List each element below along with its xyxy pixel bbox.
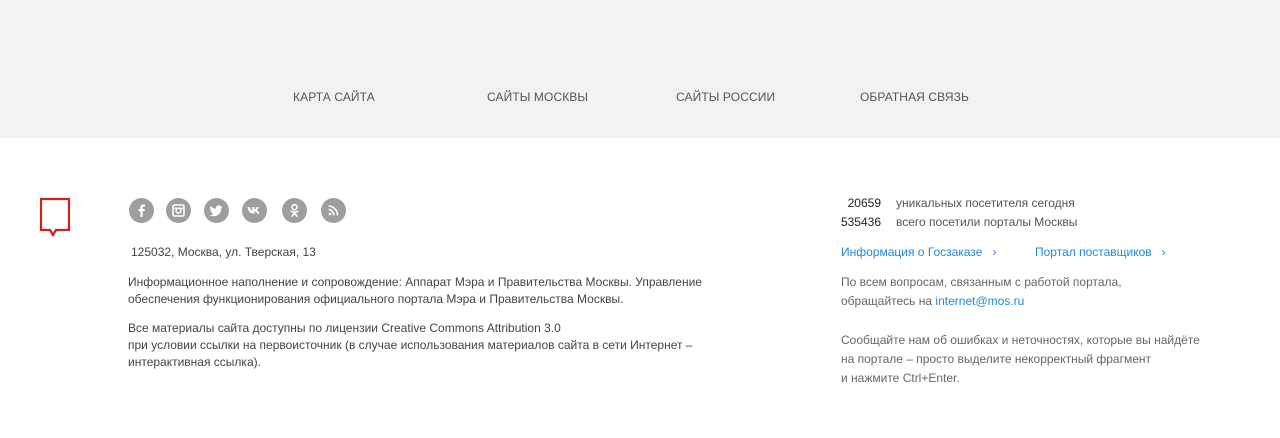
odnoklassniki-icon[interactable] [282,198,307,223]
footer-nav-band: КАРТА САЙТА САЙТЫ МОСКВЫ САЙТЫ РОССИИ ОБ… [0,0,1280,138]
stat-total-label: всего посетили порталы Москвы [896,215,1078,229]
suppliers-link-label: Портал поставщиков [1035,245,1152,259]
report-paragraph: Сообщайте нам об ошибках и неточностях, … [841,331,1221,388]
info-paragraph: Информационное наполнение и сопровождени… [128,274,728,308]
nav-feedback-link[interactable]: ОБРАТНАЯ СВЯЗЬ [860,90,969,104]
contact-line: По всем вопросам, связанным с работой по… [841,275,1122,289]
goszakaz-link[interactable]: Информация о Госзаказе › [841,245,996,259]
contact-line: обращайтесь на internet@mos.ru [841,292,1221,311]
email-link[interactable]: internet@mos.ru [935,294,1024,308]
info-line: Информационное наполнение и сопровождени… [128,275,702,289]
instagram-icon[interactable] [166,198,191,223]
info-line: обеспечения функционирования официальног… [128,292,624,306]
license-line: Все материалы сайта доступны по лицензии… [128,321,561,335]
nav-moscow-sites-link[interactable]: САЙТЫ МОСКВЫ [487,90,588,104]
rss-icon[interactable] [321,198,346,223]
twitter-icon[interactable] [204,198,229,223]
license-line: интерактивная ссылка). [128,355,261,369]
chevron-right-icon: › [992,245,997,259]
report-line: Сообщайте нам об ошибках и неточностях, … [841,333,1200,347]
suppliers-link[interactable]: Портал поставщиков › [1035,245,1166,259]
mos-logo-icon[interactable] [39,197,71,238]
contact-prefix: обращайтесь на [841,294,933,308]
chevron-right-icon: › [1161,245,1166,259]
address-text: 125032, Москва, ул. Тверская, 13 [131,245,316,259]
stat-total-count: 535436 [840,215,881,229]
vk-icon[interactable] [242,198,267,223]
report-line: и нажмите Ctrl+Enter. [841,371,960,385]
contact-paragraph: По всем вопросам, связанным с работой по… [841,273,1221,311]
nav-russia-sites-link[interactable]: САЙТЫ РОССИИ [676,90,775,104]
nav-sitemap-link[interactable]: КАРТА САЙТА [293,90,375,104]
report-line: на портале – просто выделите некорректны… [841,352,1152,366]
stat-today-count: 20659 [847,196,881,210]
license-line: при условии ссылки на первоисточник (в с… [128,338,693,352]
license-paragraph: Все материалы сайта доступны по лицензии… [128,320,728,371]
facebook-icon[interactable] [129,198,154,223]
stat-today-label: уникальных посетителя сегодня [896,196,1075,210]
goszakaz-link-label: Информация о Госзаказе [841,245,983,259]
